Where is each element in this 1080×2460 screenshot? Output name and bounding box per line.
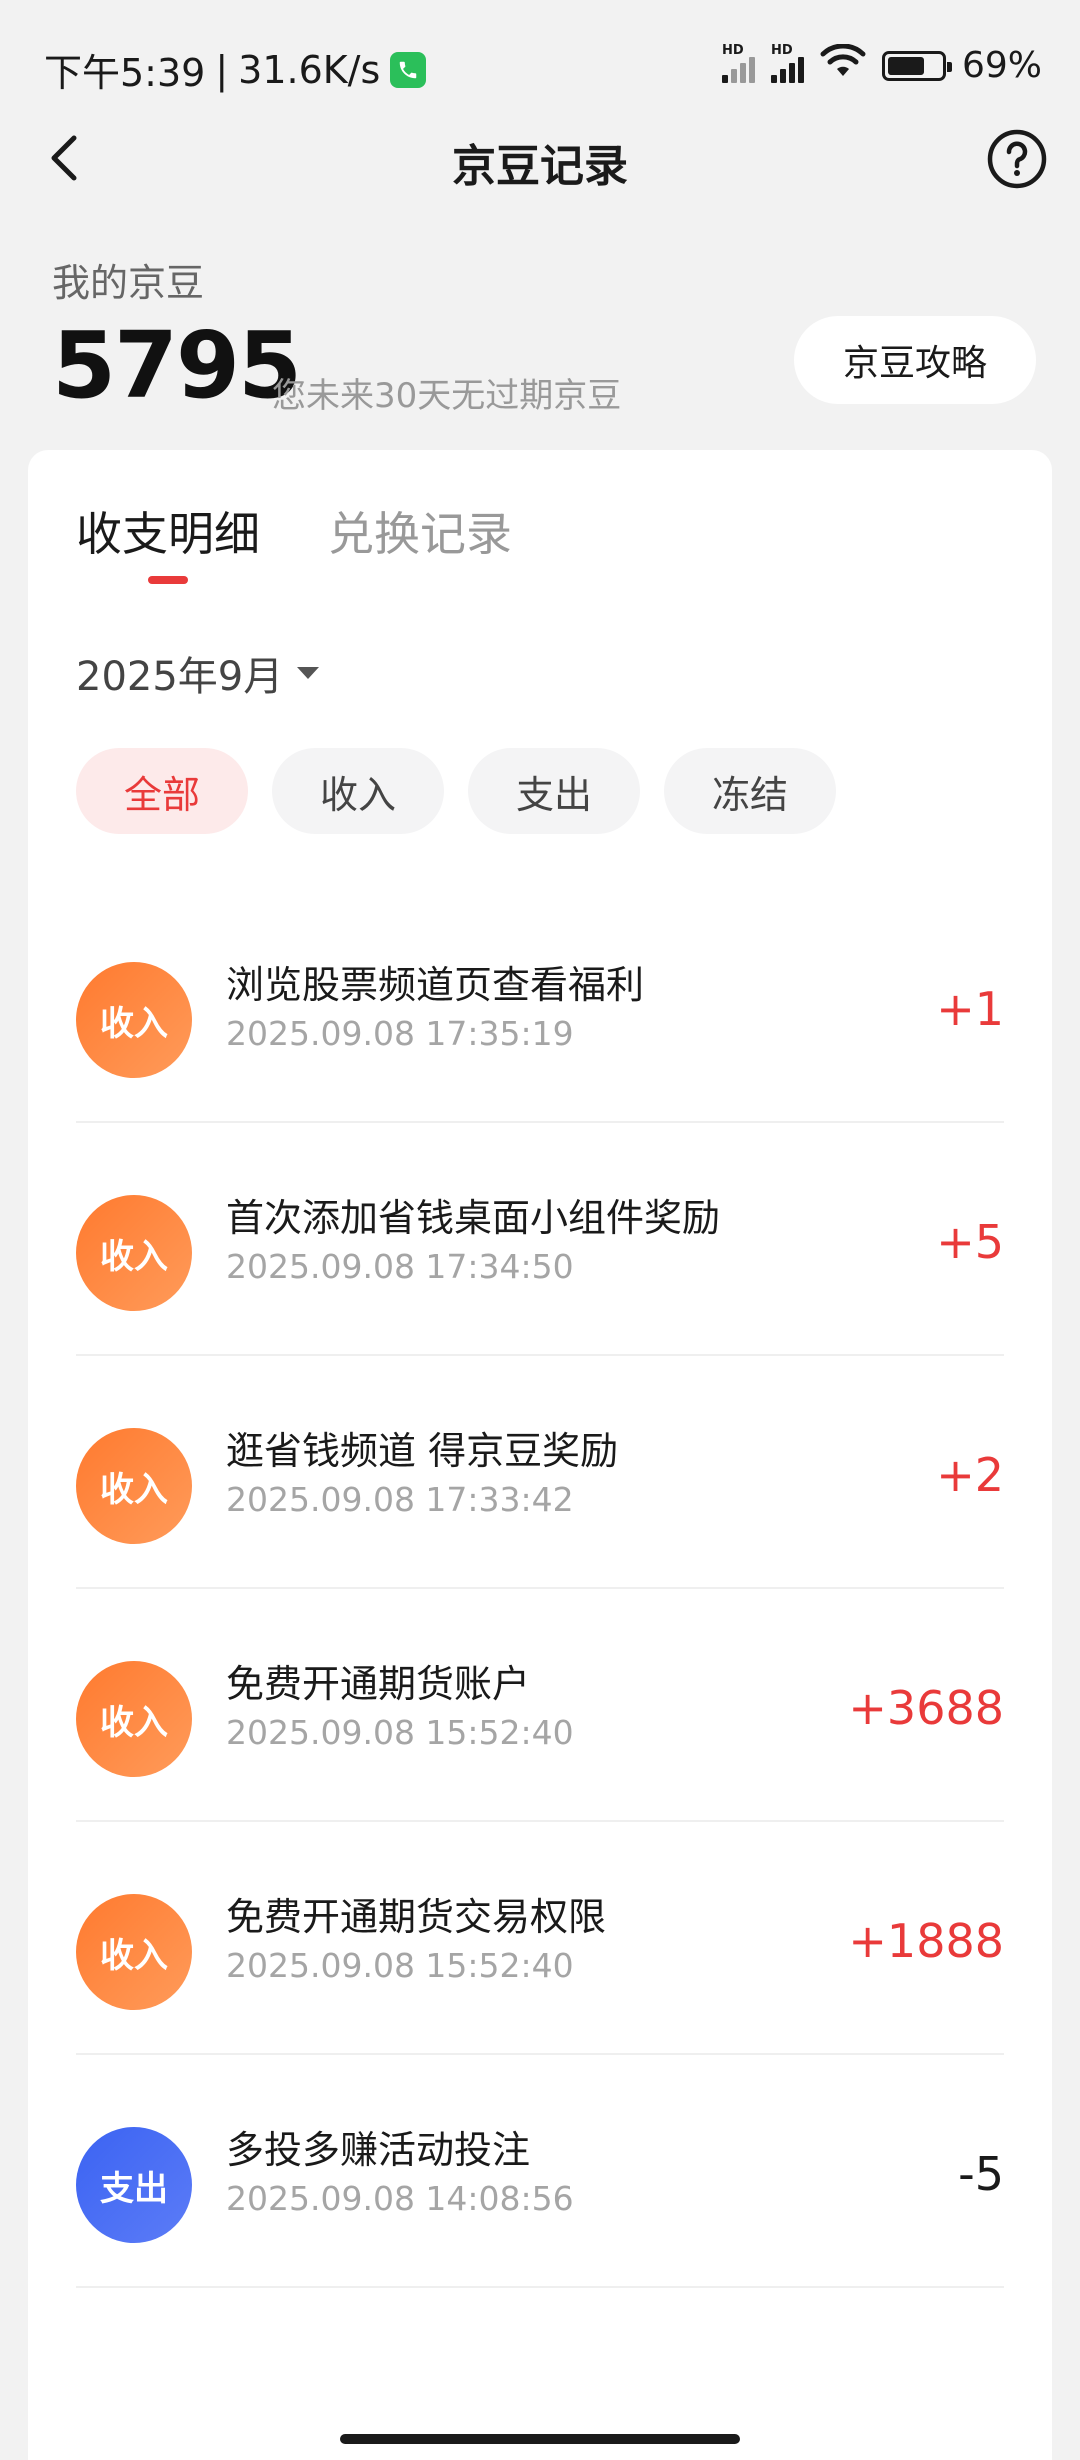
network-speed: 31.6K/s (238, 47, 381, 92)
nav-bar: 京豆记录 (0, 120, 1080, 200)
filter-chips: 全部 收入 支出 冻结 (76, 748, 836, 834)
record-row[interactable]: 收入 逛省钱频道 得京豆奖励 2025.09.08 17:33:42 +2 (76, 1356, 1004, 1589)
record-amount: -5 (958, 2147, 1004, 2201)
record-time: 2025.09.08 17:33:42 (226, 1480, 574, 1519)
status-divider: | (215, 47, 229, 92)
battery-icon (881, 50, 952, 81)
tab-income-expense-detail[interactable]: 收支明细 (76, 498, 260, 584)
record-time: 2025.09.08 15:52:40 (226, 1713, 574, 1752)
record-title: 逛省钱频道 得京豆奖励 (226, 1429, 619, 1473)
record-time: 2025.09.08 17:34:50 (226, 1247, 574, 1286)
bean-balance-label: 我的京豆 (52, 261, 205, 305)
signal-icon: HD (770, 43, 804, 83)
expiry-note: 您未来30天无过期京豆 (272, 376, 622, 416)
record-amount: +2 (936, 1448, 1004, 1502)
record-title: 多投多赚活动投注 (226, 2128, 531, 2172)
wifi-icon (820, 43, 866, 87)
status-bar: 下午5:39 | 31.6K/s HD HD 69% (0, 0, 1080, 130)
record-time: 2025.09.08 17:35:19 (226, 1014, 574, 1053)
record-row[interactable]: 收入 免费开通期货交易权限 2025.09.08 15:52:40 +1888 (76, 1822, 1004, 2055)
bean-guide-button[interactable]: 京豆攻略 (794, 316, 1036, 404)
record-row[interactable]: 支出 多投多赚活动投注 2025.09.08 14:08:56 -5 (76, 2055, 1004, 2288)
record-time: 2025.09.08 14:08:56 (226, 2179, 574, 2218)
hd-label: HD (721, 42, 744, 58)
income-badge: 收入 (76, 1894, 192, 2010)
record-title: 免费开通期货交易权限 (226, 1895, 607, 1939)
record-amount: +5 (936, 1215, 1004, 1269)
signal-icon: HD (721, 43, 755, 83)
income-badge: 收入 (76, 1195, 192, 1311)
record-title: 免费开通期货账户 (226, 1662, 531, 1706)
month-label: 2025年9月 (76, 654, 284, 700)
filter-chip-expense[interactable]: 支出 (468, 748, 640, 834)
filter-chip-frozen[interactable]: 冻结 (664, 748, 836, 834)
record-amount: +1 (936, 982, 1004, 1036)
question-circle-icon (987, 129, 1047, 189)
record-row[interactable]: 收入 免费开通期货账户 2025.09.08 15:52:40 +3688 (76, 1589, 1004, 1822)
tab-exchange-records[interactable]: 兑换记录 (328, 498, 512, 584)
record-title: 浏览股票频道页查看福利 (226, 963, 645, 1007)
record-row[interactable]: 收入 首次添加省钱桌面小组件奖励 2025.09.08 17:34:50 +5 (76, 1123, 1004, 1356)
caret-down-icon (297, 667, 320, 679)
tab-bar: 收支明细 兑换记录 (76, 498, 512, 584)
record-amount: +1888 (848, 1914, 1004, 1968)
income-badge: 收入 (76, 962, 192, 1078)
status-left: 下午5:39 | 31.6K/s (44, 42, 427, 97)
record-time: 2025.09.08 15:52:40 (226, 1946, 574, 1985)
income-badge: 收入 (76, 1661, 192, 1777)
expense-badge: 支出 (76, 2127, 192, 2243)
record-amount: +3688 (848, 1681, 1004, 1735)
filter-chip-all[interactable]: 全部 (76, 748, 248, 834)
record-list: 收入 浏览股票频道页查看福利 2025.09.08 17:35:19 +1 收入… (76, 890, 1004, 2288)
income-badge: 收入 (76, 1428, 192, 1544)
bean-balance-value: 5795 (52, 312, 302, 419)
battery-percent: 69% (961, 45, 1042, 86)
record-row[interactable]: 收入 浏览股票频道页查看福利 2025.09.08 17:35:19 +1 (76, 890, 1004, 1123)
status-time: 下午5:39 (44, 51, 206, 95)
records-card: 收支明细 兑换记录 2025年9月 全部 收入 支出 冻结 收入 浏览股票频道页… (28, 450, 1052, 2460)
status-right: HD HD 69% (721, 43, 1042, 87)
help-button[interactable] (986, 128, 1048, 190)
home-indicator[interactable] (340, 2434, 740, 2444)
hd-label: HD (770, 42, 793, 58)
filter-chip-income[interactable]: 收入 (272, 748, 444, 834)
page-title: 京豆记录 (452, 141, 628, 192)
month-selector[interactable]: 2025年9月 (76, 644, 320, 702)
phone-call-icon (390, 51, 427, 88)
record-title: 首次添加省钱桌面小组件奖励 (226, 1196, 721, 1240)
